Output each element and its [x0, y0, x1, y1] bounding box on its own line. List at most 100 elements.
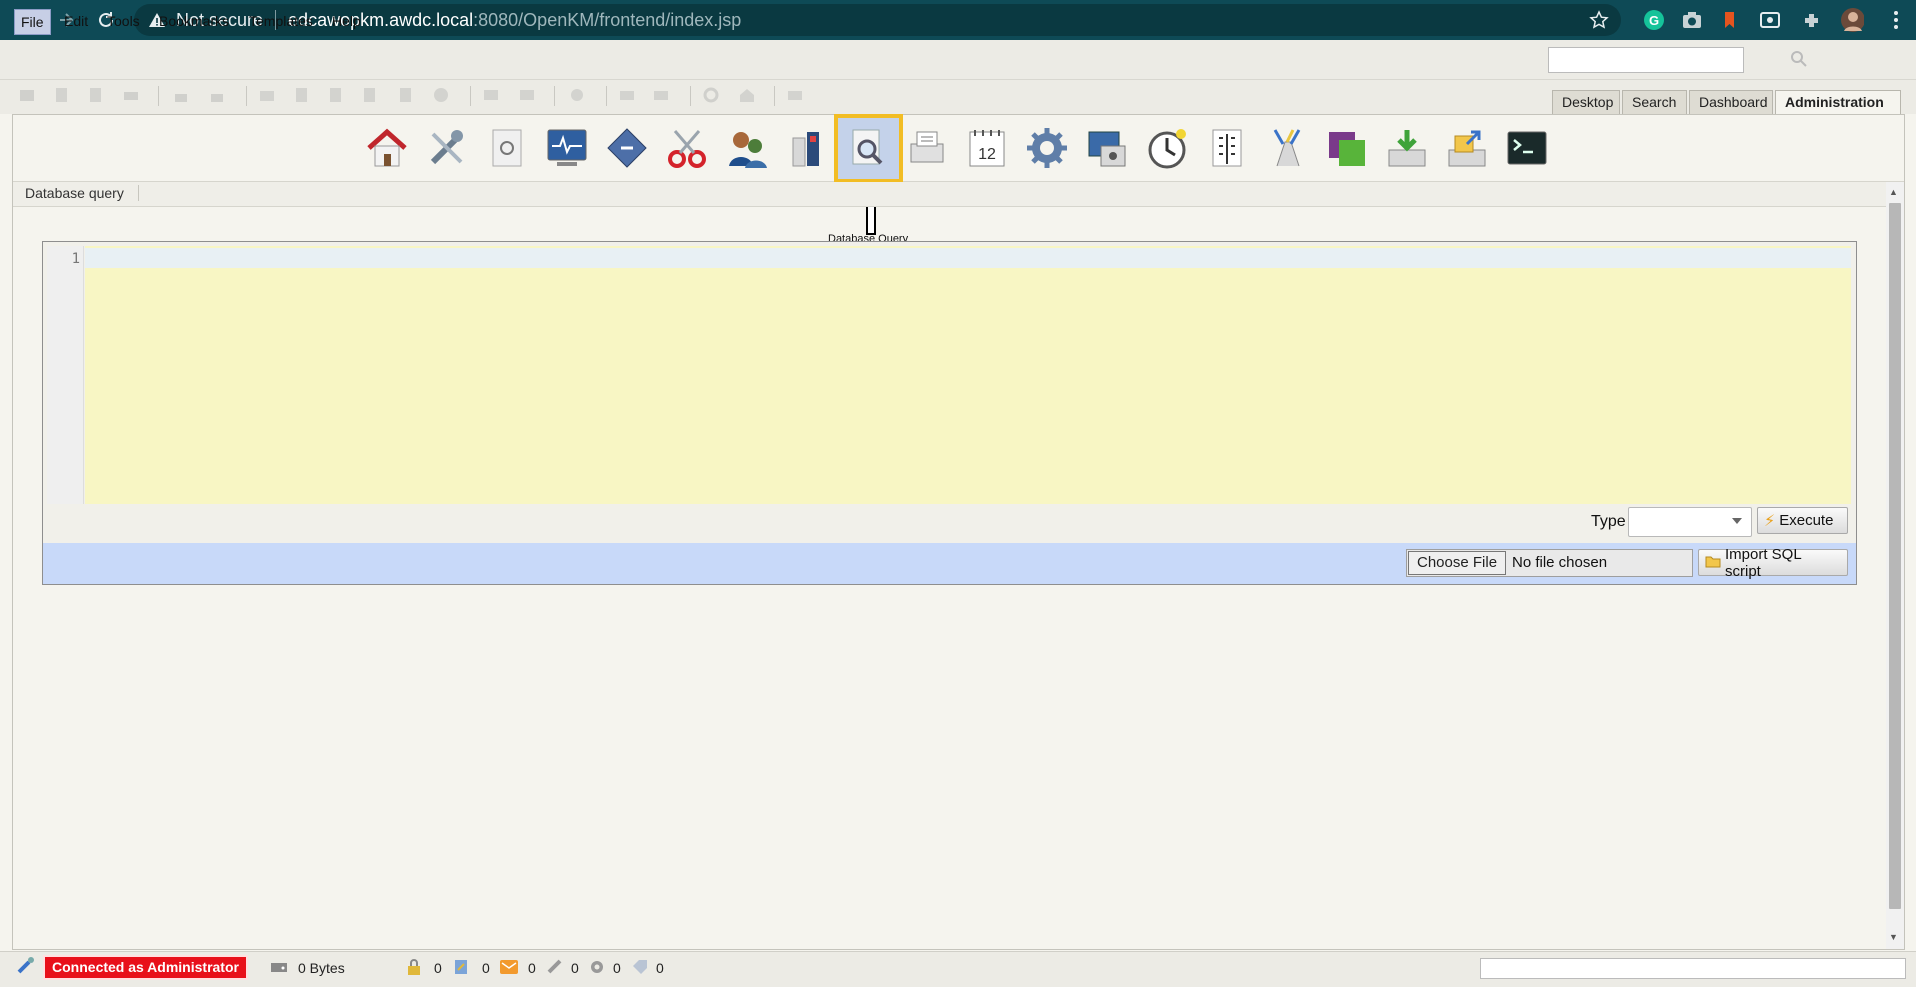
grammarly-icon[interactable]: G [1642, 8, 1666, 32]
home-icon[interactable] [365, 126, 409, 170]
toolbar-separator [690, 86, 691, 106]
mail-icon[interactable] [499, 958, 518, 976]
line-number: 1 [71, 251, 80, 267]
language-icon[interactable] [1205, 126, 1249, 170]
menu-bookmarks[interactable]: Bookmarks [153, 9, 235, 35]
new-document-icon[interactable] [52, 86, 70, 104]
monitor-icon[interactable] [545, 126, 589, 170]
property-groups-icon[interactable] [1325, 126, 1369, 170]
statistics-icon[interactable] [485, 126, 529, 170]
profiles-icon[interactable] [785, 126, 829, 170]
lightning-icon: ⚡ [1764, 512, 1776, 530]
scissors-icon[interactable] [665, 126, 709, 170]
hard-drive-icon [269, 958, 287, 976]
connection-badge: Connected as Administrator [43, 955, 248, 980]
subscription-icon[interactable] [546, 958, 564, 976]
terminal-icon[interactable] [1505, 126, 1549, 170]
avatar[interactable] [1840, 8, 1864, 32]
folder-icon [1705, 554, 1721, 572]
uploader-icon[interactable] [652, 86, 670, 104]
choose-file-button[interactable]: Choose File [1408, 551, 1507, 575]
tools-icon[interactable] [425, 126, 469, 170]
status-input[interactable] [1480, 958, 1906, 979]
scroll-down-icon[interactable]: ▼ [1889, 932, 1898, 942]
add-folder-icon[interactable] [258, 86, 276, 104]
add-document-icon[interactable] [292, 86, 310, 104]
menu-tools[interactable]: Tools [101, 9, 146, 35]
tab-search[interactable]: Search [1622, 90, 1687, 114]
bookmark-ext-icon[interactable] [1718, 8, 1742, 32]
import-icon[interactable] [1385, 126, 1429, 170]
tab-administration[interactable]: Administration [1775, 90, 1901, 114]
checkout-icon[interactable] [452, 958, 470, 976]
folder-tree-icon[interactable] [18, 86, 36, 104]
gear-icon[interactable] [588, 958, 606, 976]
scrollbar-thumb[interactable] [1889, 203, 1901, 909]
configuration-icon[interactable] [1025, 126, 1069, 170]
import-sql-label: Import SQL script [1725, 545, 1802, 580]
execute-button[interactable]: ⚡ Execute [1757, 507, 1848, 534]
browser-menu-icon[interactable] [1884, 8, 1908, 32]
toolbar-separator [470, 86, 471, 106]
star-icon[interactable] [1589, 10, 1609, 35]
import-sql-button[interactable]: Import SQL script [1698, 546, 1848, 580]
extensions-icon[interactable] [1800, 8, 1824, 32]
scripting-icon[interactable] [905, 126, 949, 170]
subscription-count: 0 [571, 960, 579, 976]
toolbar-separator [774, 86, 775, 106]
menu-edit[interactable]: Edit [58, 9, 94, 35]
crontab-icon[interactable] [1145, 126, 1189, 170]
delete-icon[interactable] [432, 86, 450, 104]
type-label: Type [1591, 513, 1626, 530]
lock-icon[interactable] [172, 86, 190, 104]
satellite-icon [16, 955, 34, 974]
stamp-icon[interactable] [1265, 126, 1309, 170]
scanner-icon[interactable] [618, 86, 636, 104]
breadcrumb: Database query [13, 182, 1886, 207]
tag-icon[interactable] [631, 958, 649, 976]
checkout-count: 0 [482, 960, 490, 976]
print-icon[interactable] [122, 86, 140, 104]
chevron-down-icon[interactable] [1732, 518, 1742, 524]
splitter-icon[interactable] [786, 86, 804, 104]
users-icon[interactable] [725, 126, 769, 170]
automation-icon[interactable] [605, 126, 649, 170]
checkin-icon[interactable] [360, 86, 378, 104]
sql-editor[interactable] [85, 246, 1851, 504]
search-icon[interactable] [1790, 50, 1808, 73]
screen-capture-icon[interactable] [1758, 8, 1782, 32]
svg-text:G: G [1649, 13, 1659, 28]
database-query-icon[interactable] [845, 126, 889, 170]
refresh-icon[interactable] [702, 86, 720, 104]
calendar-icon[interactable]: 12 [965, 126, 1009, 170]
home-icon[interactable] [738, 86, 756, 104]
workflow-icon[interactable] [568, 86, 586, 104]
edit-document-icon[interactable] [86, 86, 104, 104]
sql-editor-current-line[interactable] [85, 248, 1851, 268]
menu-templates[interactable]: Templates [243, 9, 319, 35]
tab-dashboard[interactable]: Dashboard [1689, 90, 1773, 114]
editor-gutter [47, 246, 84, 504]
unlock-icon[interactable] [208, 86, 226, 104]
quick-search-input[interactable] [1548, 47, 1744, 73]
menu-file[interactable]: File [14, 9, 51, 35]
url-path: :8080/OpenKM/frontend/index.jsp [473, 9, 742, 30]
checkout-icon[interactable] [326, 86, 344, 104]
camera-icon[interactable] [1680, 8, 1704, 32]
mime-types-icon[interactable] [1085, 126, 1129, 170]
admin-toolbar [13, 115, 1904, 182]
add-property-icon[interactable] [482, 86, 500, 104]
mail-count: 0 [528, 960, 536, 976]
toolbar-separator [554, 86, 555, 106]
menu-help[interactable]: Help [326, 9, 367, 35]
svg-text:12: 12 [978, 146, 996, 163]
cancel-checkout-icon[interactable] [396, 86, 414, 104]
scroll-up-icon[interactable]: ▲ [1889, 187, 1898, 197]
remove-property-icon[interactable] [518, 86, 536, 104]
tab-desktop[interactable]: Desktop [1552, 90, 1620, 114]
export-icon[interactable] [1445, 126, 1489, 170]
storage-size: 0 Bytes [298, 960, 345, 976]
workflow-count: 0 [613, 960, 621, 976]
proposed-count: 0 [656, 960, 664, 976]
locked-icon[interactable] [405, 958, 423, 976]
